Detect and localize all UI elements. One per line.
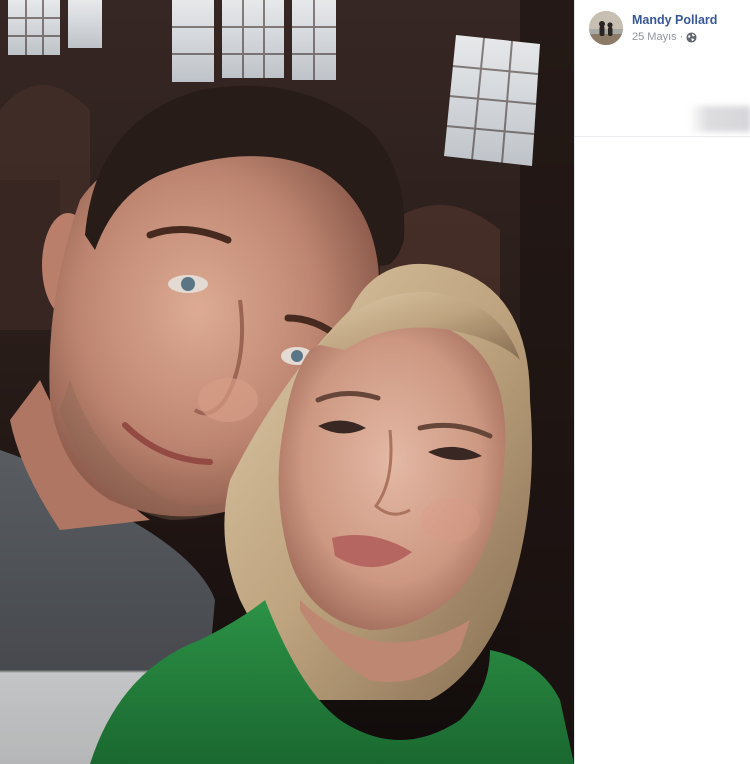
- avatar[interactable]: [589, 11, 623, 45]
- post-header: Mandy Pollard 25 Mayıs ·: [589, 11, 717, 45]
- blurred-block: [689, 106, 750, 132]
- post-meta: Mandy Pollard 25 Mayıs ·: [632, 11, 717, 44]
- selfie-photo[interactable]: [0, 0, 574, 764]
- post-date[interactable]: 25 Mayıs: [632, 30, 677, 44]
- photo-stage[interactable]: [0, 0, 574, 764]
- post-side-panel: Mandy Pollard 25 Mayıs ·: [574, 0, 750, 764]
- photo-viewer: Mandy Pollard 25 Mayıs ·: [0, 0, 750, 764]
- meta-separator: ·: [679, 31, 684, 43]
- author-name-link[interactable]: Mandy Pollard: [632, 12, 717, 28]
- globe-icon[interactable]: [686, 31, 697, 43]
- avatar-image: [589, 11, 623, 45]
- post-meta-line: 25 Mayıs ·: [632, 30, 717, 44]
- blurred-content: [575, 80, 750, 137]
